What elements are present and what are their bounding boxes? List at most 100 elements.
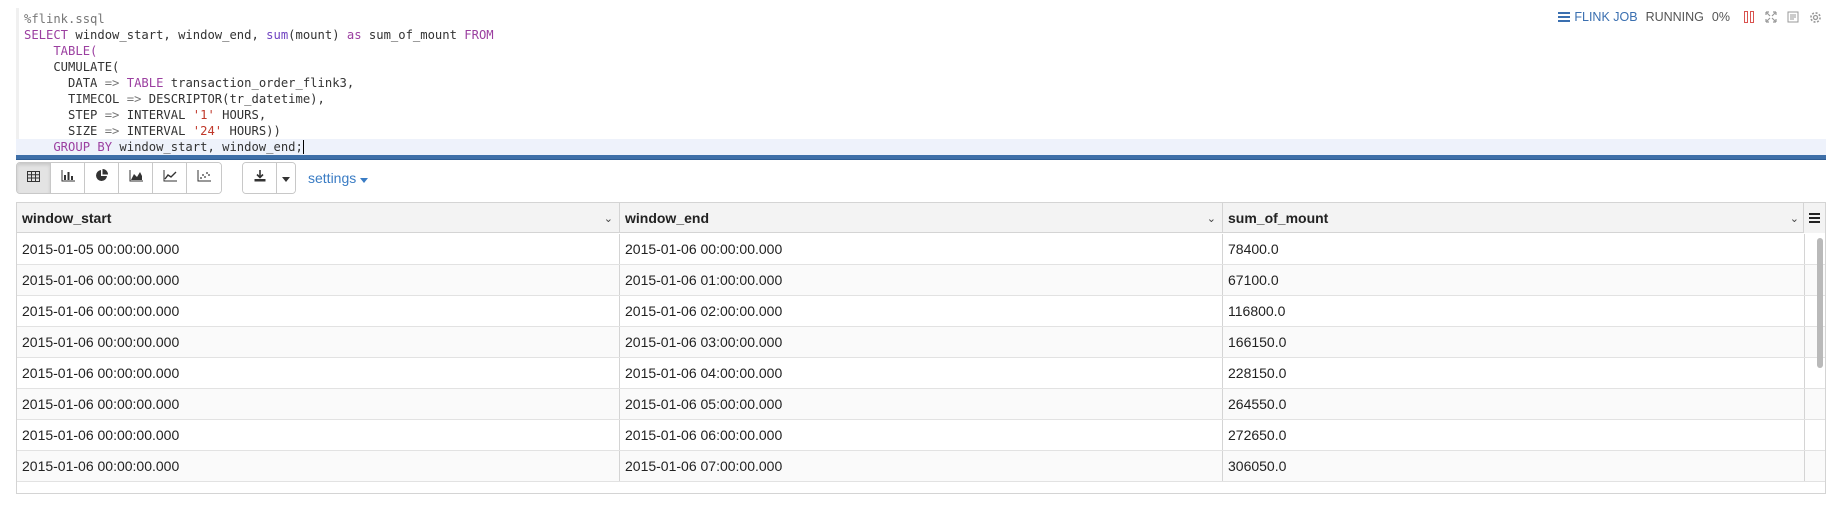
code-line[interactable]: SIZE => INTERVAL '24' HOURS)) [24, 123, 1826, 139]
vertical-scrollbar[interactable] [1817, 236, 1823, 489]
download-button[interactable] [243, 163, 277, 193]
code-line[interactable]: CUMULATE( [24, 59, 1826, 75]
code-token: FROM [464, 28, 494, 42]
cell-window-end[interactable]: 2015-01-06 02:00:00.000 [620, 296, 1223, 326]
bar-chart-view-button[interactable] [51, 163, 85, 193]
cell-window-end[interactable]: 2015-01-06 01:00:00.000 [620, 265, 1223, 295]
table-row[interactable]: 2015-01-06 00:00:00.000 2015-01-06 04:00:… [17, 358, 1825, 389]
cell-sum-of-mount[interactable]: 67100.0 [1223, 265, 1805, 295]
cell-window-end[interactable]: 2015-01-06 04:00:00.000 [620, 358, 1223, 388]
table-icon [27, 169, 40, 187]
table-row[interactable]: 2015-01-06 00:00:00.000 2015-01-06 01:00:… [17, 265, 1825, 296]
line-chart-icon [163, 169, 177, 187]
table-row[interactable]: 2015-01-06 00:00:00.000 2015-01-06 03:00:… [17, 327, 1825, 358]
code-token: INTERVAL [119, 124, 193, 138]
cell-window-end[interactable]: 2015-01-06 07:00:00.000 [620, 451, 1223, 481]
cell-window-start[interactable]: 2015-01-06 00:00:00.000 [17, 327, 620, 357]
code-token: SIZE [24, 124, 105, 138]
column-header-window-end[interactable]: window_end ⌄ [620, 203, 1223, 233]
result-toolbar: settings [16, 162, 369, 194]
cell-window-start[interactable]: 2015-01-06 00:00:00.000 [17, 420, 620, 450]
code-token: '24' [192, 124, 223, 138]
table-row[interactable]: 2015-01-06 00:00:00.000 2015-01-06 06:00:… [17, 420, 1825, 451]
pie-chart-icon [95, 169, 108, 187]
code-line[interactable]: SELECT window_start, window_end, sum(mou… [24, 27, 1826, 43]
editor-divider[interactable] [16, 155, 1826, 160]
table-view-button[interactable] [17, 163, 51, 193]
code-token: (mount) [288, 28, 347, 42]
code-lines[interactable]: %flink.ssql SELECT window_start, window_e… [16, 11, 1826, 155]
table-row[interactable]: 2015-01-06 00:00:00.000 2015-01-06 05:00:… [17, 389, 1825, 420]
visualization-switcher [16, 162, 222, 194]
gear-icon[interactable] [1808, 10, 1822, 24]
code-token: INTERVAL [119, 108, 193, 122]
line-chart-view-button[interactable] [153, 163, 187, 193]
scatter-chart-view-button[interactable] [187, 163, 221, 193]
chevron-down-icon[interactable]: ⌄ [604, 212, 613, 225]
area-chart-view-button[interactable] [119, 163, 153, 193]
pie-chart-view-button[interactable] [85, 163, 119, 193]
flink-job-link[interactable]: FLINK JOB [1557, 10, 1638, 24]
column-header-label: window_start [22, 210, 112, 226]
cell-window-start[interactable]: 2015-01-05 00:00:00.000 [17, 234, 620, 264]
cell-window-start[interactable]: 2015-01-06 00:00:00.000 [17, 358, 620, 388]
cancel-run-icon[interactable] [1742, 10, 1756, 24]
settings-dropdown[interactable]: settings [308, 170, 369, 186]
expand-icon[interactable] [1764, 10, 1778, 24]
column-header-label: window_end [625, 210, 709, 226]
code-line[interactable]: DATA => TABLE transaction_order_flink3, [24, 75, 1826, 91]
grid-menu-button[interactable] [1803, 203, 1825, 233]
area-chart-icon [129, 169, 143, 187]
column-header-label: sum_of_mount [1228, 210, 1329, 226]
hamburger-menu-icon [1809, 210, 1820, 226]
code-line[interactable]: TABLE( [24, 43, 1826, 59]
column-header-sum-of-mount[interactable]: sum_of_mount ⌄ [1223, 203, 1805, 233]
code-line[interactable]: GROUP BY window_start, window_end; [16, 139, 1826, 155]
cell-sum-of-mount[interactable]: 78400.0 [1223, 234, 1805, 264]
cell-window-end[interactable]: 2015-01-06 06:00:00.000 [620, 420, 1223, 450]
job-status: RUNNING [1645, 10, 1704, 24]
code-editor[interactable]: %flink.ssql SELECT window_start, window_e… [16, 8, 1826, 158]
table-row[interactable]: 2015-01-06 00:00:00.000 2015-01-06 07:00:… [17, 451, 1825, 482]
text-cursor [302, 140, 304, 154]
code-line[interactable]: %flink.ssql [24, 11, 1826, 27]
book-icon[interactable] [1786, 10, 1800, 24]
cell-window-start[interactable]: 2015-01-06 00:00:00.000 [17, 265, 620, 295]
code-token: GROUP BY [24, 140, 113, 154]
code-token: transaction_order_flink3, [163, 76, 355, 90]
grid-header: window_start ⌄ window_end ⌄ sum_of_mount… [17, 203, 1825, 233]
bar-chart-icon [61, 169, 75, 187]
code-token: '1' [192, 108, 215, 122]
cell-sum-of-mount[interactable]: 272650.0 [1223, 420, 1805, 450]
result-grid: window_start ⌄ window_end ⌄ sum_of_mount… [16, 202, 1826, 494]
cell-window-start[interactable]: 2015-01-06 00:00:00.000 [17, 296, 620, 326]
column-header-window-start[interactable]: window_start ⌄ [17, 203, 620, 233]
code-token: CUMULATE( [24, 60, 120, 74]
settings-label: settings [308, 170, 357, 186]
cell-sum-of-mount[interactable]: 306050.0 [1223, 451, 1805, 481]
table-row[interactable]: 2015-01-05 00:00:00.000 2015-01-06 00:00:… [17, 234, 1825, 265]
download-options-button[interactable] [277, 163, 295, 193]
job-progress: 0% [1711, 10, 1730, 24]
cell-sum-of-mount[interactable]: 116800.0 [1223, 296, 1805, 326]
chevron-down-icon[interactable]: ⌄ [1790, 212, 1799, 225]
cell-window-end[interactable]: 2015-01-06 03:00:00.000 [620, 327, 1223, 357]
code-line[interactable]: TIMECOL => DESCRIPTOR(tr_datetime), [24, 91, 1826, 107]
cell-sum-of-mount[interactable]: 228150.0 [1223, 358, 1805, 388]
cell-window-start[interactable]: 2015-01-06 00:00:00.000 [17, 451, 620, 481]
code-line[interactable]: STEP => INTERVAL '1' HOURS, [24, 107, 1826, 123]
grid-body: 2015-01-05 00:00:00.000 2015-01-06 00:00:… [17, 234, 1825, 493]
code-token: TABLE( [24, 44, 98, 58]
cell-window-end[interactable]: 2015-01-06 05:00:00.000 [620, 389, 1223, 419]
table-row[interactable]: 2015-01-06 00:00:00.000 2015-01-06 02:00:… [17, 296, 1825, 327]
code-token: => [104, 124, 120, 138]
download-group [242, 162, 296, 194]
code-token: TIMECOL [24, 92, 127, 106]
chevron-down-icon[interactable]: ⌄ [1207, 212, 1216, 225]
cell-sum-of-mount[interactable]: 264550.0 [1223, 389, 1805, 419]
cell-sum-of-mount[interactable]: 166150.0 [1223, 327, 1805, 357]
scrollbar-thumb[interactable] [1817, 238, 1823, 368]
cell-window-start[interactable]: 2015-01-06 00:00:00.000 [17, 389, 620, 419]
cell-window-end[interactable]: 2015-01-06 00:00:00.000 [620, 234, 1223, 264]
download-icon [254, 169, 266, 187]
